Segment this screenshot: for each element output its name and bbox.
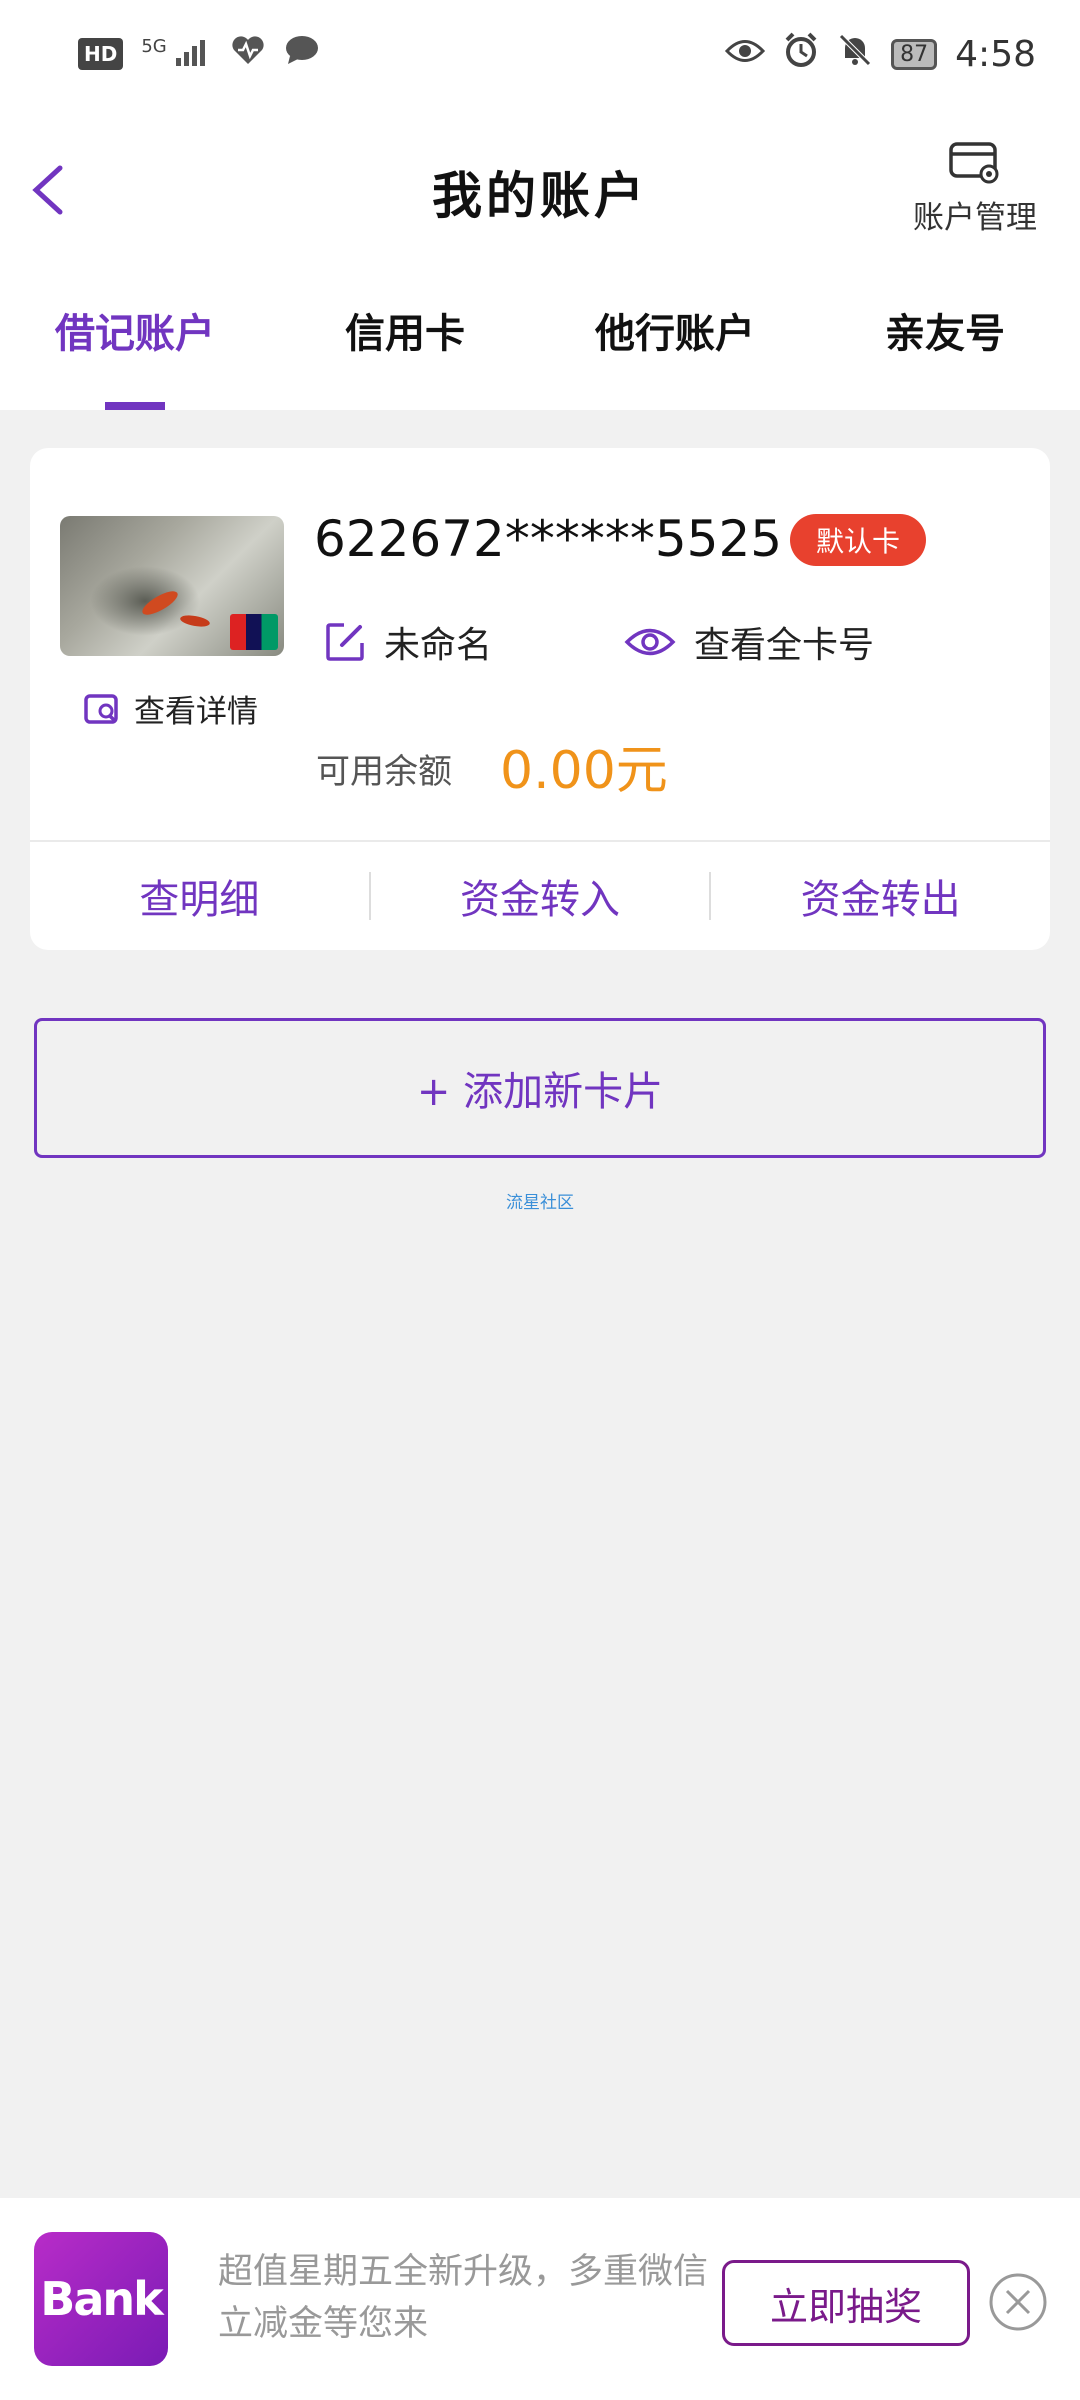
health-icon [230,34,266,74]
balance-value: 0.00元 [500,741,668,801]
promo-text: 超值星期五全新升级，多重微信立减金等您来 [218,2252,709,2344]
close-banner-button[interactable] [988,2272,1048,2332]
network-type-label: 5G [141,35,167,57]
unionpay-logo [230,614,278,650]
view-details-button[interactable]: 查看详情 [84,686,258,731]
default-card-badge: 默认卡 [790,514,927,566]
mute-icon [837,32,873,77]
edit-icon [326,623,364,661]
signal-icon: 5G [141,36,212,73]
status-right: 87 4:58 [725,32,1036,77]
watermark: 流星社区 [506,1193,574,1213]
alarm-icon [783,32,819,77]
transfer-in-button[interactable]: 资金转入 [371,867,710,925]
promo-banner[interactable]: Bank 超值星期五全新升级，多重微信立减金等您来 立即抽奖 [0,2198,1080,2400]
draw-now-button[interactable]: 立即抽奖 [722,2260,970,2346]
message-icon [284,34,320,74]
view-full-number-button[interactable]: 查看全卡号 [624,616,874,668]
view-details-label: 查看详情 [134,694,258,730]
close-icon [989,2273,1047,2331]
card-number-text: 622672******5525 [314,510,783,568]
bank-card-image [60,516,284,656]
hd-icon: HD [78,38,124,70]
rename-card-button[interactable]: 未命名 [324,616,492,668]
account-tabs: 借记账户 信用卡 他行账户 亲友号 [0,258,1080,410]
account-management-button[interactable]: 账户管理 [910,138,1040,237]
add-card-button[interactable]: + 添加新卡片 [34,1018,1046,1158]
logo-text: Bank [40,2272,163,2326]
tab-label: 借记账户 [55,311,215,357]
account-card: 查看详情 622672******5525 II类 默认卡 未命名 查看全卡号 … [30,448,1050,950]
view-full-number-label: 查看全卡号 [694,625,875,666]
tab-debit[interactable]: 借记账户 [0,258,270,410]
clock: 4:58 [955,33,1036,75]
eye-icon [624,628,676,656]
eye-icon [725,34,766,75]
tab-label: 信用卡 [345,311,465,357]
card-art [90,566,200,636]
card-settings-icon [949,142,999,184]
transactions-button[interactable]: 查明细 [30,867,369,925]
card-number: 622672******5525 II类 [314,510,842,568]
tab-label: 他行账户 [595,311,755,357]
bank-app-logo: Bank [34,2232,168,2366]
tab-credit-card[interactable]: 信用卡 [270,258,540,410]
balance-label: 可用余额 [316,752,452,792]
nav-header: 我的账户 账户管理 [0,108,1080,258]
tab-label: 亲友号 [885,311,1005,357]
account-management-label: 账户管理 [913,200,1037,236]
card-actions: 查明细 资金转入 资金转出 [30,842,1050,950]
tab-family[interactable]: 亲友号 [810,258,1080,410]
status-left: HD 5G [78,34,320,74]
status-bar: HD 5G 87 4:58 [0,0,1080,108]
battery-icon: 87 [891,38,938,70]
search-card-icon [84,693,118,724]
tab-other-bank[interactable]: 他行账户 [540,258,810,410]
active-tab-indicator [105,402,165,410]
card-nickname: 未命名 [384,625,493,666]
transfer-out-button[interactable]: 资金转出 [711,867,1050,925]
